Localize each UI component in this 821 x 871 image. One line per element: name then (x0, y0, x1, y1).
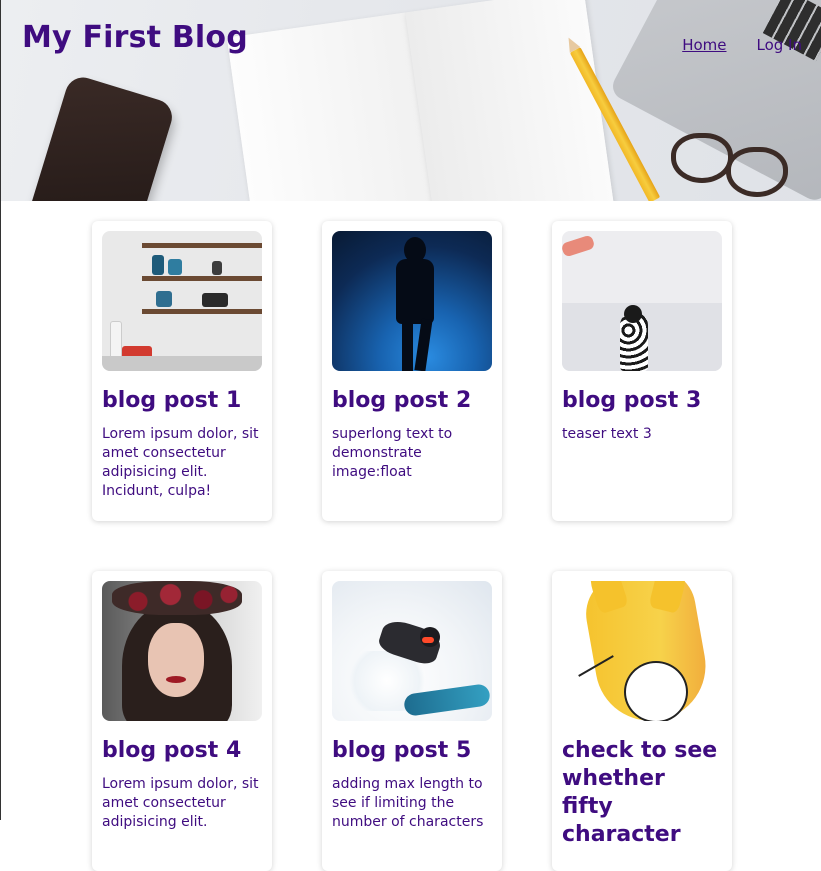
post-title[interactable]: blog post 3 (562, 387, 722, 415)
post-title[interactable]: blog post 4 (102, 737, 262, 765)
blog-post-card[interactable]: blog post 3 teaser text 3 (552, 221, 732, 521)
post-teaser: Lorem ipsum dolor, sit amet consectetur … (102, 776, 259, 830)
post-teaser: teaser text 3 (562, 426, 652, 442)
phone-image (15, 73, 177, 201)
blog-post-card[interactable]: blog post 4 Lorem ipsum dolor, sit amet … (92, 571, 272, 871)
blog-post-card[interactable]: blog post 1 Lorem ipsum dolor, sit amet … (92, 221, 272, 521)
notebook-image (226, 0, 635, 201)
post-title[interactable]: blog post 1 (102, 387, 262, 415)
post-title[interactable]: blog post 5 (332, 737, 492, 765)
snowboard-image (332, 581, 492, 721)
post-teaser: Lorem ipsum dolor, sit amet consectetur … (102, 426, 259, 499)
nav-login-link[interactable]: Log In (757, 36, 803, 54)
kitchen-shelves-image (102, 231, 262, 371)
post-teaser: adding max length to see if limiting the… (332, 776, 484, 830)
site-header: My First Blog Home Log In (1, 0, 821, 201)
post-title[interactable]: blog post 2 (332, 387, 492, 415)
cartoon-image (562, 581, 722, 721)
post-teaser: superlong text to demonstrate image:floa… (332, 426, 453, 480)
blog-post-card[interactable]: check to see whether fifty character (552, 571, 732, 871)
blog-post-card[interactable]: blog post 5 adding max length to see if … (322, 571, 502, 871)
nav-home-link[interactable]: Home (682, 36, 726, 54)
glasses-image (666, 125, 788, 197)
blog-post-card[interactable]: blog post 2 superlong text to demonstrat… (322, 221, 502, 521)
post-title[interactable]: check to see whether fifty character (562, 737, 722, 849)
dog-image (562, 231, 722, 371)
portrait-image (102, 581, 262, 721)
site-title[interactable]: My First Blog (22, 20, 248, 55)
main-nav: Home Log In (682, 36, 802, 54)
silhouette-image (332, 231, 492, 371)
